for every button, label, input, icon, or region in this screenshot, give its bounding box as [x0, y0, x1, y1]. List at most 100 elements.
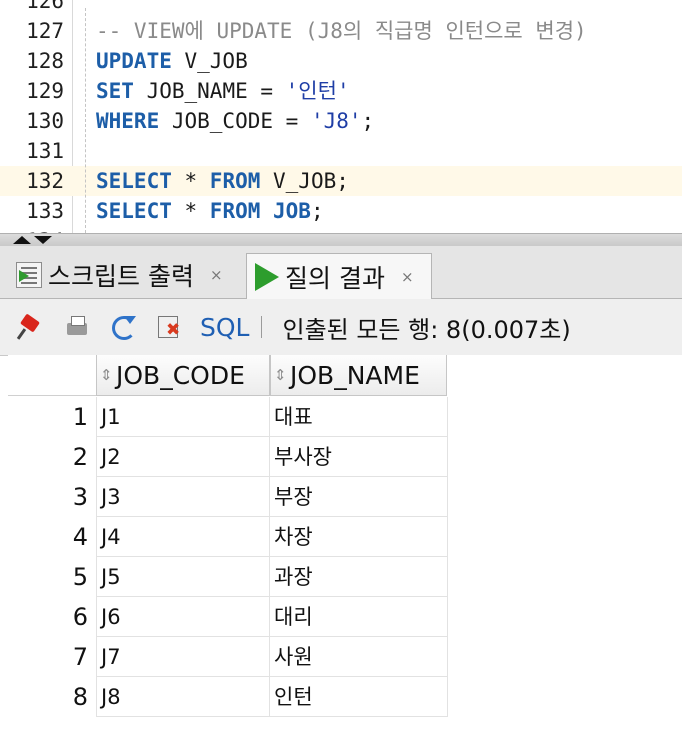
- code-text: SELECT * FROM JOB;: [96, 196, 324, 226]
- column-header-label: JOB_CODE: [116, 360, 245, 390]
- cell-job-name[interactable]: 과장: [270, 557, 448, 597]
- cell-job-code[interactable]: J3: [96, 477, 270, 517]
- line-number: 131: [26, 139, 64, 163]
- line-number: 128: [26, 49, 64, 73]
- code-token: FROM: [209, 169, 261, 193]
- cell-job-name[interactable]: 차장: [270, 517, 448, 557]
- sort-icon[interactable]: ⇕: [100, 368, 113, 383]
- code-text: SET JOB_NAME = '인턴': [96, 76, 350, 106]
- row-number: 6: [72, 603, 88, 631]
- close-icon[interactable]: ×: [210, 266, 223, 284]
- table-row[interactable]: 3 J3 부장: [8, 477, 448, 517]
- cell-job-code[interactable]: J2: [96, 437, 270, 477]
- cell-job-code[interactable]: J4: [96, 517, 270, 557]
- table-row[interactable]: 6 J6 대리: [8, 597, 448, 637]
- result-toolbar: SQL 인출된 모든 행: 8(0.007초): [0, 299, 682, 356]
- code-token: ;: [310, 199, 324, 223]
- cell-job-code[interactable]: J6: [96, 597, 270, 637]
- cell-job-code[interactable]: J7: [96, 637, 270, 677]
- code-text: -- VIEW에 UPDATE (J8의 직급명 인턴으로 변경): [96, 16, 587, 46]
- cell-job-code[interactable]: J1: [96, 397, 270, 437]
- line-number: 132: [26, 169, 64, 193]
- code-token: V_JOB;: [260, 169, 349, 193]
- sql-button[interactable]: SQL: [200, 313, 249, 342]
- pin-icon[interactable]: [18, 314, 44, 340]
- row-number: 2: [72, 443, 88, 471]
- line-number: 129: [26, 79, 64, 103]
- line-number: 133: [26, 199, 64, 223]
- close-icon[interactable]: ×: [401, 268, 414, 286]
- code-line[interactable]: 132 SELECT * FROM V_JOB;: [0, 166, 682, 196]
- cell-job-code[interactable]: J8: [96, 677, 270, 717]
- cell-job-name[interactable]: 사원: [270, 637, 448, 677]
- code-token: JOB: [260, 199, 311, 223]
- code-line[interactable]: 126: [0, 0, 682, 16]
- tab-script-output[interactable]: 스크립트 출력 ×: [8, 252, 240, 297]
- code-token: *: [171, 169, 210, 193]
- sort-icon[interactable]: ⇕: [274, 368, 287, 383]
- table-row[interactable]: 5 J5 과장: [8, 557, 448, 597]
- cell-job-code[interactable]: J5: [96, 557, 270, 597]
- cell-job-name[interactable]: 인턴: [270, 677, 448, 717]
- code-text: SELECT * FROM V_JOB;: [96, 166, 349, 196]
- code-token: SELECT: [96, 169, 172, 193]
- tab-query-result-label: 질의 결과: [285, 263, 385, 293]
- code-token: WHERE: [96, 109, 160, 133]
- code-line[interactable]: 130 WHERE JOB_CODE = 'J8';: [0, 106, 682, 136]
- table-row[interactable]: 7 J7 사원: [8, 637, 448, 677]
- code-token: FROM: [209, 199, 261, 223]
- code-line[interactable]: 128 UPDATE V_JOB: [0, 46, 682, 76]
- refresh-icon[interactable]: [110, 314, 136, 340]
- code-token: SELECT: [96, 199, 172, 223]
- output-tab-bar: 스크립트 출력 × 질의 결과 ×: [0, 246, 682, 299]
- cell-job-name[interactable]: 대리: [270, 597, 448, 637]
- table-row[interactable]: 4 J4 차장: [8, 517, 448, 557]
- toolbar-divider: [261, 316, 263, 338]
- code-token: -- VIEW에 UPDATE (J8의 직급명 인턴으로 변경): [96, 19, 587, 43]
- tab-script-output-label: 스크립트 출력: [48, 261, 194, 291]
- result-grid[interactable]: ⇕ JOB_CODE ⇕ JOB_NAME 1 J1 대표 2 J2 부사장 3 J3 부장 4 J…: [8, 355, 682, 732]
- fetch-status: 인출된 모든 행: 8(0.007초): [282, 315, 571, 344]
- cell-job-name[interactable]: 부사장: [270, 437, 448, 477]
- row-number: 1: [72, 403, 88, 431]
- collapse-down-icon[interactable]: [34, 236, 52, 244]
- print-icon[interactable]: [64, 314, 90, 340]
- code-token: JOB_CODE =: [159, 109, 311, 133]
- table-row[interactable]: 2 J2 부사장: [8, 437, 448, 477]
- code-line[interactable]: 129 SET JOB_NAME = '인턴': [0, 76, 682, 106]
- cell-job-name[interactable]: 대표: [270, 397, 448, 437]
- script-output-icon: [16, 261, 42, 288]
- line-number: 130: [26, 109, 64, 133]
- grid-header: ⇕ JOB_CODE ⇕ JOB_NAME: [8, 355, 447, 397]
- code-line[interactable]: 131: [0, 136, 682, 166]
- row-number: 5: [72, 563, 88, 591]
- code-token: V_JOB: [171, 49, 248, 73]
- table-row[interactable]: 1 J1 대표: [8, 397, 448, 437]
- sql-editor[interactable]: 126 127 -- VIEW에 UPDATE (J8의 직급명 인턴으로 변경) 1…: [0, 0, 682, 233]
- code-token: *: [171, 199, 210, 223]
- row-number: 7: [72, 643, 88, 671]
- code-text: WHERE JOB_CODE = 'J8';: [96, 106, 374, 136]
- expand-up-icon[interactable]: [13, 236, 31, 244]
- tab-query-result[interactable]: 질의 결과 ×: [246, 253, 432, 299]
- line-number: 127: [26, 19, 64, 43]
- code-token: '인턴': [285, 79, 350, 103]
- table-row[interactable]: 8 J8 인턴: [8, 677, 448, 717]
- row-number: 4: [72, 523, 88, 551]
- code-token: JOB_NAME =: [133, 79, 286, 103]
- pane-splitter[interactable]: [0, 233, 682, 247]
- column-header-job-name[interactable]: ⇕ JOB_NAME: [270, 355, 447, 396]
- row-number: 8: [72, 683, 88, 711]
- column-header-label: JOB_NAME: [290, 360, 420, 390]
- code-text: UPDATE V_JOB: [96, 46, 248, 76]
- line-number: 134: [0, 226, 64, 233]
- code-token: UPDATE: [96, 49, 172, 73]
- row-number: 3: [72, 483, 88, 511]
- clear-icon[interactable]: [156, 314, 182, 340]
- code-line[interactable]: 134: [0, 226, 682, 233]
- code-line[interactable]: 127 -- VIEW에 UPDATE (J8의 직급명 인턴으로 변경): [0, 16, 682, 46]
- cell-job-name[interactable]: 부장: [270, 477, 448, 517]
- code-token: 'J8': [310, 109, 362, 133]
- code-line[interactable]: 133 SELECT * FROM JOB;: [0, 196, 682, 226]
- column-header-job-code[interactable]: ⇕ JOB_CODE: [96, 355, 270, 396]
